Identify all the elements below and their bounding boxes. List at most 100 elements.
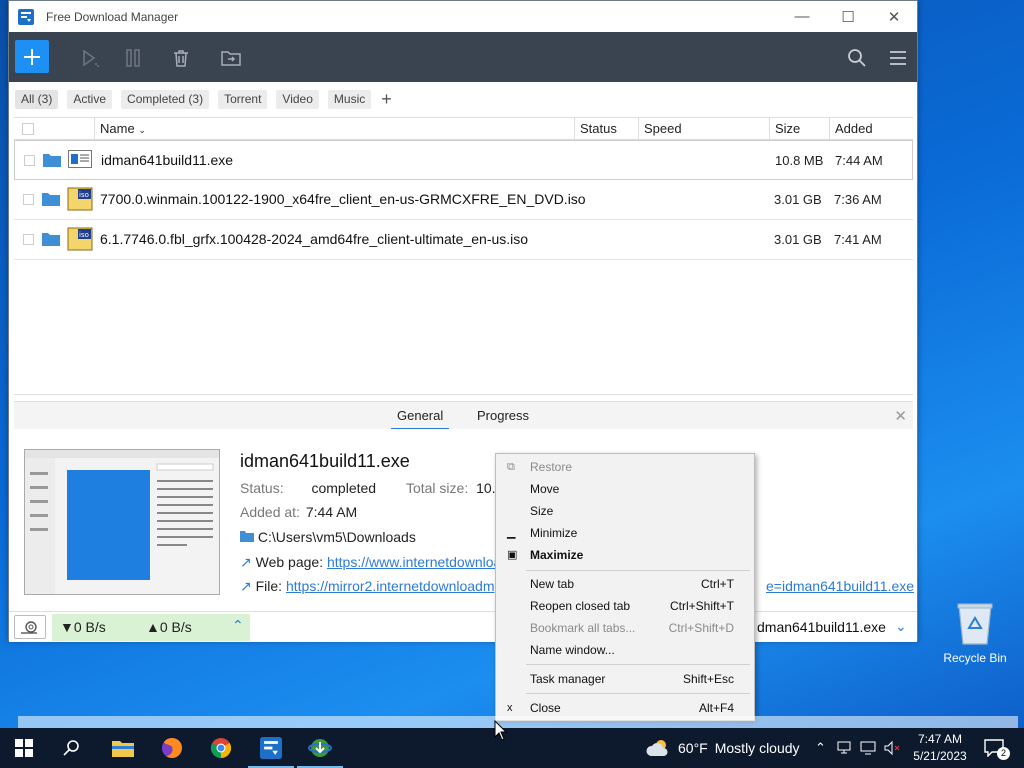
column-name[interactable]: Name ⌄ [94,118,574,140]
menu-item-size[interactable]: Size [496,500,754,522]
clock-time: 7:47 AM [917,732,963,746]
file-label: File: [255,578,283,594]
download-row[interactable]: idman641build11.exe 10.8 MB 7:44 AM [14,140,913,180]
add-download-button[interactable] [15,40,49,73]
menu-item-name-window[interactable]: Name window... [496,639,754,661]
file-explorer-button[interactable] [109,734,137,762]
filter-completed[interactable]: Completed (3) [121,89,210,109]
windows-logo-icon [15,739,33,757]
monitor-icon[interactable] [860,741,876,755]
menu-item-minimize[interactable]: ▁ Minimize [496,522,754,544]
status-bar: ▼0 B/s ▲0 B/s ⌃ dman641build11.exe ⌄ [9,611,917,642]
chrome-button[interactable] [207,734,235,762]
weather-temp: 60°F [678,740,708,756]
pause-icon [126,48,140,67]
notification-center-button[interactable]: 2 [980,734,1010,762]
menu-item-bookmark-all-tabs[interactable]: Bookmark all tabs... Ctrl+Shift+D [496,617,754,639]
column-added[interactable]: Added [829,118,913,140]
tab-progress[interactable]: Progress [477,408,529,423]
row-checkbox[interactable] [23,194,34,205]
search-icon [63,740,79,756]
title-bar[interactable]: Free Download Manager — ☐ ✕ [9,1,917,32]
volume-muted-icon[interactable] [884,741,902,755]
recycle-bin-icon [957,603,993,645]
close-details-icon[interactable]: ✕ [894,407,907,425]
minimize-button[interactable]: — [779,1,825,32]
menu-item-task-manager[interactable]: Task manager Shift+Esc [496,668,754,690]
added-label: Added at: [240,504,300,520]
column-size[interactable]: Size [769,118,829,140]
recycle-bin[interactable]: Recycle Bin [940,600,1010,665]
move-to-folder-button[interactable] [214,41,248,74]
external-link-icon: ↗ [240,554,252,570]
file-preview-thumbnail [24,449,220,595]
main-menu-button[interactable] [881,41,915,74]
chevron-up-icon[interactable]: ⌃ [232,617,244,634]
column-speed[interactable]: Speed [638,118,769,140]
filter-bar: All (3) Active Completed (3) Torrent Vid… [9,82,917,116]
maximize-button[interactable]: ☐ [825,1,871,32]
iso-file-icon: iso [67,227,93,251]
resume-button[interactable] [73,41,107,74]
file-url-link[interactable]: https://mirror2.internetdownloadm [286,578,495,594]
firefox-button[interactable] [158,734,186,762]
row-checkbox[interactable] [23,234,34,245]
fdm-logo-icon [18,8,34,25]
search-taskbar-button[interactable] [58,734,86,762]
speed-mode-button[interactable] [14,615,46,639]
menu-item-move[interactable]: Move [496,478,754,500]
speed-indicator[interactable]: ▼0 B/s ▲0 B/s ⌃ [52,614,250,641]
download-size: 3.01 GB [774,192,822,207]
download-row[interactable]: iso 6.1.7746.0.fbl_grfx.100428-2024_amd6… [14,220,913,260]
row-checkbox[interactable] [24,155,35,166]
file-url-link-tail[interactable]: e=idman641build11.exe [766,578,914,594]
select-all-checkbox[interactable] [22,123,34,135]
filter-music[interactable]: Music [327,89,372,109]
menu-item-new-tab[interactable]: New tab Ctrl+T [496,573,754,595]
weather-widget[interactable]: 60°F Mostly cloudy [645,728,800,768]
close-button[interactable]: ✕ [871,1,917,32]
delete-button[interactable] [164,41,198,74]
add-filter-button[interactable]: + [381,89,392,109]
tab-general[interactable]: General [391,408,450,430]
start-button[interactable] [10,734,38,762]
menu-item-restore[interactable]: ⧉ Restore [496,456,754,478]
column-status[interactable]: Status [574,118,638,140]
pause-button[interactable] [117,41,151,74]
folder-icon [240,531,254,542]
idm-taskbar-button[interactable] [297,734,343,768]
web-page-label: Web page: [255,554,324,570]
open-folder-icon[interactable] [43,153,61,167]
background-window-strip [18,716,1018,728]
chrome-icon [210,738,232,759]
added-value: 7:44 AM [305,504,358,520]
minimize-icon: ▁ [507,527,516,539]
menu-item-reopen-closed-tab[interactable]: Reopen closed tab Ctrl+Shift+T [496,595,754,617]
hamburger-icon [890,50,906,65]
download-row[interactable]: iso 7700.0.winmain.100122-1900_x64fre_cl… [14,180,913,220]
download-name: 7700.0.winmain.100122-1900_x64fre_client… [100,191,586,207]
filter-all[interactable]: All (3) [15,89,59,109]
fdm-taskbar-button[interactable] [248,734,294,768]
network-icon[interactable] [836,741,852,755]
download-name: idman641build11.exe [101,152,234,168]
list-header: Name ⌄ Status Speed Size Added [14,117,913,140]
web-page-link[interactable]: https://www.internetdownloa [327,554,501,570]
filter-active[interactable]: Active [67,89,113,109]
clock[interactable]: 7:47 AM 5/21/2023 [905,731,975,765]
recycle-bin-label: Recycle Bin [943,651,1007,665]
snail-icon [21,621,37,634]
filter-torrent[interactable]: Torrent [218,89,268,109]
open-folder-icon[interactable] [42,232,60,246]
folder-move-icon [221,50,241,66]
chevron-up-icon[interactable]: ⌃ [815,740,826,756]
filter-video[interactable]: Video [276,89,319,109]
fdm-window: Free Download Manager — ☐ ✕ All (3) Acti… [8,0,918,642]
status-label: Status: [240,480,284,496]
download-name: 6.1.7746.0.fbl_grfx.100428-2024_amd64fre… [100,231,529,247]
chevron-down-icon[interactable]: ⌄ [895,618,907,635]
search-button[interactable] [840,41,874,74]
download-folder-link[interactable]: C:\Users\vm5\Downloads [258,529,416,545]
menu-item-maximize[interactable]: ▣ Maximize [496,544,754,566]
open-folder-icon[interactable] [42,192,60,206]
